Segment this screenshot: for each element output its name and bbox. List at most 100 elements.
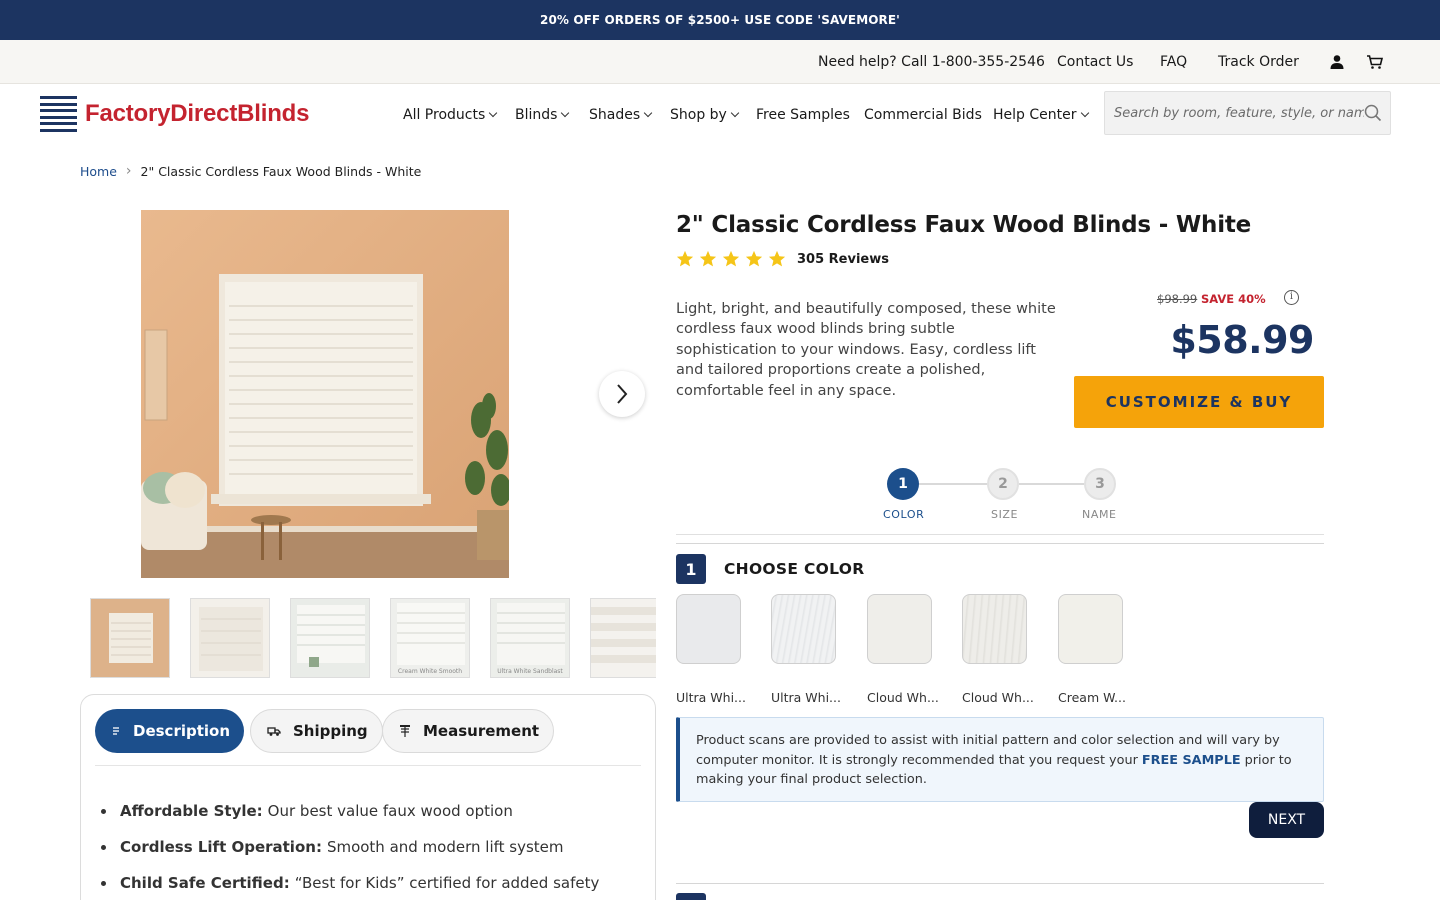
color-swatch[interactable] [1058, 594, 1123, 664]
nav-shop-by-label: Shop by [670, 107, 727, 123]
step-connector [1019, 483, 1084, 485]
divider [676, 543, 1324, 544]
swatch-label: Cloud Wh... [867, 690, 939, 705]
search-icon[interactable] [1364, 104, 1382, 122]
tab-measurement[interactable]: Measurement [382, 709, 555, 753]
search-input[interactable] [1114, 105, 1364, 121]
user-icon[interactable] [1329, 40, 1345, 84]
product-main-image[interactable] [141, 210, 509, 578]
step-label: NAME [1082, 508, 1117, 521]
chevron-down-icon [1080, 108, 1089, 118]
list-item: Child Safe Certified: “Best for Kids” cer… [101, 865, 599, 900]
breadcrumb: Home › 2" Classic Cordless Faux Wood Bli… [80, 163, 421, 179]
step-name[interactable]: 3 [1084, 468, 1116, 500]
rating[interactable]: 305 Reviews [676, 250, 889, 268]
nav-all-products-label: All Products [403, 107, 486, 123]
breadcrumb-current: 2" Classic Cordless Faux Wood Blinds - W… [140, 163, 422, 179]
product-title: 2" Classic Cordless Faux Wood Blinds - W… [676, 212, 1252, 238]
color-swatch[interactable] [676, 594, 741, 664]
track-order-link[interactable]: Track Order [1218, 40, 1299, 84]
gallery-thumbnails: Cream White Smooth Ultra White Sandblast [90, 598, 656, 678]
nav-commercial-bids[interactable]: Commercial Bids [864, 97, 982, 133]
save-badge: SAVE 40% [1201, 292, 1266, 306]
sale-price: $58.99 [1170, 318, 1314, 362]
breadcrumb-home-link[interactable]: Home [80, 164, 117, 179]
review-count-link[interactable]: 305 Reviews [797, 252, 889, 267]
section-title: CHOOSE COLOR [724, 560, 865, 578]
gallery-thumbnail[interactable]: Ultra White Sandblast [490, 598, 570, 678]
tab-shipping[interactable]: Shipping [250, 709, 383, 753]
step-color[interactable]: 1 [887, 468, 919, 500]
faq-link[interactable]: FAQ [1160, 40, 1187, 84]
info-icon[interactable]: i [1284, 290, 1299, 305]
blinds-logo-icon [40, 96, 77, 132]
nav-shades[interactable]: Shades [589, 97, 653, 133]
gallery-thumbnail[interactable]: Cream White Smooth [390, 598, 470, 678]
step-label: COLOR [883, 508, 925, 521]
step-size[interactable]: 2 [987, 468, 1019, 500]
feature-text: “Best for Kids” certified for added safe… [294, 874, 600, 892]
configurator-steps: 1 2 3 COLOR SIZE NAME [870, 466, 1140, 526]
product-description: Light, bright, and beautifully composed,… [676, 301, 1056, 399]
star-icon [699, 250, 717, 267]
nav-shop-by[interactable]: Shop by [670, 97, 740, 133]
star-icon [722, 250, 740, 267]
tab-description[interactable]: Description [95, 709, 245, 753]
feature-text: Smooth and modern lift system [326, 838, 564, 856]
swatch-label: Cloud Wh... [962, 690, 1034, 705]
product-info-card: Description Shipping Measurement Afforda… [80, 694, 656, 900]
gallery-thumbnail[interactable] [90, 598, 170, 678]
feature-title: Cordless Lift Operation: [120, 838, 322, 856]
nav-all-products[interactable]: All Products [403, 97, 498, 133]
section-number-badge [676, 893, 706, 900]
nav-blinds[interactable]: Blinds [515, 97, 570, 133]
original-price: $98.99 [1157, 292, 1198, 306]
next-button[interactable]: NEXT [1249, 802, 1324, 838]
nav-help-center[interactable]: Help Center [993, 97, 1089, 133]
star-icon [676, 250, 694, 267]
thumbnail-caption: Cream White Smooth [397, 668, 463, 675]
divider [676, 883, 1324, 884]
step-connector [919, 483, 987, 485]
tab-shipping-label: Shipping [293, 722, 368, 740]
site-logo[interactable]: FactoryDirectBlinds [40, 96, 309, 132]
nav-help-label: Help Center [993, 107, 1077, 123]
blind-measure-icon [399, 724, 411, 738]
tab-measurement-label: Measurement [423, 722, 540, 740]
section-number-badge: 1 [676, 554, 706, 584]
search-box [1104, 91, 1391, 135]
gallery-thumbnail[interactable] [590, 598, 656, 678]
chevron-down-icon [561, 108, 570, 118]
nav-commercial-label: Commercial Bids [864, 107, 982, 123]
nav-blinds-label: Blinds [515, 107, 558, 123]
list-item: Affordable Style: Our best value faux woo… [101, 793, 599, 829]
feature-text: Our best value faux wood option [267, 802, 513, 820]
promo-banner[interactable]: 20% OFF ORDERS OF $2500+ USE CODE 'SAVEM… [0, 0, 1440, 40]
swatch-label: Cream W... [1058, 690, 1126, 705]
star-icon [745, 250, 763, 267]
gallery-next-button[interactable] [599, 371, 645, 417]
customize-buy-button[interactable]: CUSTOMIZE & BUY [1074, 376, 1324, 428]
chevron-right-icon: › [125, 163, 132, 179]
contact-us-link[interactable]: Contact Us [1057, 40, 1133, 84]
color-swatch[interactable] [867, 594, 932, 664]
gallery-thumbnail[interactable] [190, 598, 270, 678]
nav-free-samples[interactable]: Free Samples [756, 97, 850, 133]
swatch-label: Ultra Whi... [771, 690, 841, 705]
divider [676, 534, 1324, 535]
chevron-right-icon [617, 384, 628, 404]
chevron-down-icon [489, 108, 498, 118]
free-sample-link[interactable]: FREE SAMPLE [1142, 753, 1241, 768]
swatch-label: Ultra Whi... [676, 690, 746, 705]
color-swatch[interactable] [771, 594, 836, 664]
step-label: SIZE [991, 508, 1019, 521]
nav-free-samples-label: Free Samples [756, 107, 850, 123]
help-phone-link[interactable]: Need help? Call 1-800-355-2546 [818, 40, 1045, 84]
gallery-thumbnail[interactable] [290, 598, 370, 678]
cart-icon[interactable] [1366, 40, 1384, 84]
tab-description-label: Description [133, 722, 231, 740]
color-swatch[interactable] [962, 594, 1027, 664]
list-icon [111, 726, 121, 736]
feature-title: Child Safe Certified: [120, 874, 290, 892]
truck-icon [267, 726, 281, 737]
